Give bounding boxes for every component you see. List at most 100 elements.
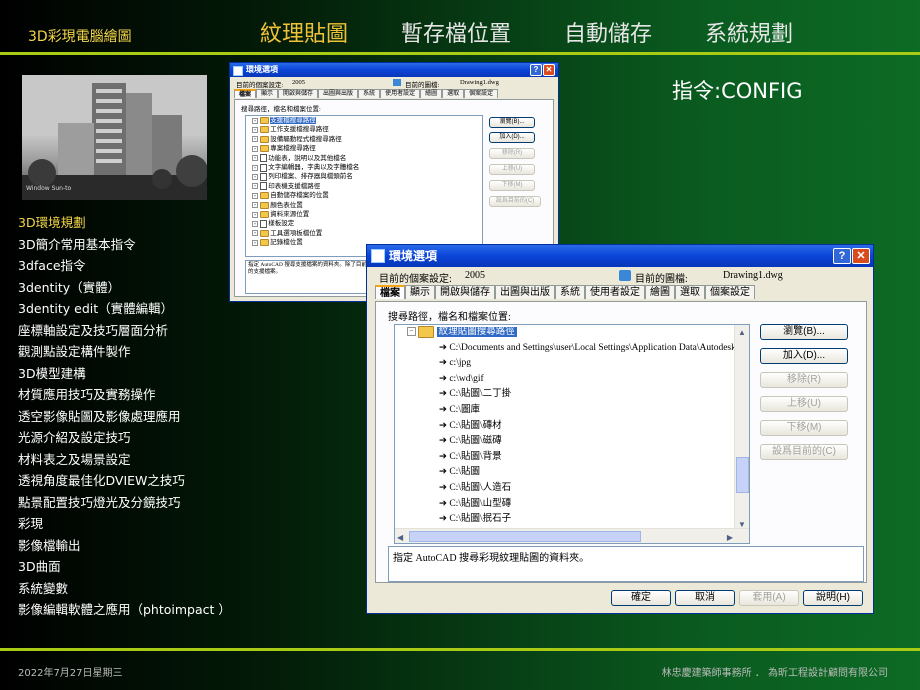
tree-item[interactable]: ➔ C:\貼圖\人造石 bbox=[395, 481, 749, 497]
tree-item[interactable]: ➔ C:\圖庫 bbox=[395, 403, 749, 419]
tree-item[interactable]: + 自動儲存檔案的位置 bbox=[246, 191, 482, 200]
tree-item[interactable]: + 工作支援檔搜尋路徑 bbox=[246, 125, 482, 134]
scroll-right-icon[interactable]: ▶ bbox=[727, 530, 733, 543]
scroll-left-icon[interactable]: ◀ bbox=[397, 530, 403, 543]
menu-item[interactable]: 觀測點設定構件製作 bbox=[18, 341, 231, 363]
browse-button[interactable]: 瀏覽(B)... bbox=[489, 117, 535, 128]
menu-item[interactable]: 3dface指令 bbox=[18, 255, 231, 277]
expand-icon[interactable]: + bbox=[252, 117, 258, 124]
cancel-button[interactable]: 取消 bbox=[675, 590, 735, 606]
menu-item[interactable]: 3D模型建構 bbox=[18, 363, 231, 385]
tree-item[interactable]: + 支援檔搜尋路徑 bbox=[246, 116, 482, 125]
tree-item[interactable]: + 專案檔搜尋路徑 bbox=[246, 144, 482, 153]
expand-icon[interactable]: + bbox=[252, 183, 258, 190]
menu-item[interactable]: 3dentity（實體） bbox=[18, 277, 231, 299]
tab-selection[interactable]: 選取 bbox=[442, 89, 465, 98]
tree-item[interactable]: + 工具選項板檔位置 bbox=[246, 229, 482, 238]
tab-open-save[interactable]: 開啟與儲存 bbox=[435, 285, 495, 299]
tree-item[interactable]: ➔ C:\貼圖\抿石子 bbox=[395, 512, 749, 528]
collapse-icon[interactable]: − bbox=[407, 327, 416, 337]
tree-item[interactable]: + 樣板設定 bbox=[246, 219, 482, 228]
menu-item[interactable]: 光源介紹及設定技巧 bbox=[18, 427, 231, 449]
remove-button[interactable]: 移除(R) bbox=[489, 148, 535, 159]
tree-item[interactable]: + 印表機支援檔路徑 bbox=[246, 182, 482, 191]
vertical-scrollbar[interactable]: ▲ ▼ bbox=[734, 325, 749, 529]
tree-root[interactable]: − 紋理貼圖搜尋路徑 bbox=[395, 325, 749, 341]
menu-item[interactable]: 座標軸設定及技巧層面分析 bbox=[18, 320, 231, 342]
menu-item[interactable]: 影像編輯軟體之應用（phtoimpact ） bbox=[18, 599, 231, 621]
tab-files[interactable]: 檔案 bbox=[234, 89, 257, 98]
tab-plot-publish[interactable]: 出圖與出版 bbox=[495, 285, 555, 299]
nav-autosave[interactable]: 自動儲存 bbox=[564, 16, 652, 48]
tab-system[interactable]: 系統 bbox=[358, 89, 381, 98]
tree-item[interactable]: + 顏色表位置 bbox=[246, 201, 482, 210]
expand-icon[interactable]: + bbox=[252, 136, 258, 143]
help-icon[interactable]: ? bbox=[833, 248, 851, 264]
tree-item[interactable]: + 資料來源位置 bbox=[246, 210, 482, 219]
tree-item[interactable]: ➔ C:\貼圖\磚材 bbox=[395, 419, 749, 435]
tab-files[interactable]: 檔案 bbox=[375, 285, 405, 299]
move-down-button[interactable]: 下移(M) bbox=[489, 180, 535, 191]
set-current-button[interactable]: 設爲目前的(C) bbox=[489, 196, 541, 207]
apply-button[interactable]: 套用(A) bbox=[739, 590, 799, 606]
tab-display[interactable]: 顯示 bbox=[256, 89, 279, 98]
browse-button[interactable]: 瀏覽(B)... bbox=[760, 324, 848, 340]
help-icon[interactable]: ? bbox=[530, 64, 542, 76]
expand-icon[interactable]: + bbox=[252, 230, 258, 237]
tab-user-prefs[interactable]: 使用者設定 bbox=[380, 89, 421, 98]
scroll-up-icon[interactable]: ▲ bbox=[735, 325, 749, 337]
expand-icon[interactable]: + bbox=[252, 192, 258, 199]
tree-item[interactable]: + 文字編輯器，字典以及字體檔名 bbox=[246, 163, 482, 172]
h-scroll-thumb[interactable] bbox=[409, 531, 641, 542]
tab-system[interactable]: 系統 bbox=[555, 285, 585, 299]
tab-drafting[interactable]: 繪圖 bbox=[645, 285, 675, 299]
nav-temp-file-location[interactable]: 暫存檔位置 bbox=[401, 16, 511, 48]
tab-selection[interactable]: 選取 bbox=[675, 285, 705, 299]
tree-item[interactable]: ➔ C:\貼圖\背景 bbox=[395, 450, 749, 466]
tab-plot-publish[interactable]: 出圖與出版 bbox=[318, 89, 359, 98]
expand-icon[interactable]: + bbox=[252, 173, 258, 180]
tab-profiles[interactable]: 個案設定 bbox=[464, 89, 499, 98]
menu-item[interactable]: 影像檔輸出 bbox=[18, 535, 231, 557]
menu-item[interactable]: 3dentity edit（實體編輯） bbox=[18, 298, 231, 320]
tree-item[interactable]: + 功能表，說明以及其他檔名 bbox=[246, 154, 482, 163]
tab-profiles[interactable]: 個案設定 bbox=[705, 285, 755, 299]
scroll-thumb[interactable] bbox=[736, 457, 749, 493]
menu-item[interactable]: 材料表之及場景設定 bbox=[18, 449, 231, 471]
help-button[interactable]: 說明(H) bbox=[803, 590, 863, 606]
tree-item[interactable]: + 列印檔案、排存器與檔頭前名 bbox=[246, 172, 482, 181]
add-button[interactable]: 加入(D)... bbox=[489, 132, 535, 143]
ok-button[interactable]: 確定 bbox=[611, 590, 671, 606]
expand-icon[interactable]: + bbox=[252, 211, 258, 218]
menu-item[interactable]: 透空影像貼圖及影像處理應用 bbox=[18, 406, 231, 428]
tab-display[interactable]: 顯示 bbox=[405, 285, 435, 299]
expand-icon[interactable]: + bbox=[252, 145, 258, 152]
expand-icon[interactable]: + bbox=[252, 239, 258, 246]
menu-item[interactable]: 透視角度最佳化DVIEW之技巧 bbox=[18, 470, 231, 492]
expand-icon[interactable]: + bbox=[252, 155, 258, 162]
move-down-button[interactable]: 下移(M) bbox=[760, 420, 848, 436]
remove-button[interactable]: 移除(R) bbox=[760, 372, 848, 388]
tree-item[interactable]: ➔ c:\wd\gif bbox=[395, 372, 749, 388]
menu-item[interactable]: 材質應用技巧及實務操作 bbox=[18, 384, 231, 406]
nav-texture-map[interactable]: 紋理貼圖 bbox=[260, 16, 348, 48]
tab-drafting[interactable]: 繪圖 bbox=[420, 89, 443, 98]
close-icon[interactable]: ✕ bbox=[543, 64, 555, 76]
tree-item[interactable]: ➔ C:\Documents and Settings\user\Local S… bbox=[395, 341, 749, 357]
move-up-button[interactable]: 上移(U) bbox=[760, 396, 848, 412]
expand-icon[interactable]: + bbox=[252, 220, 258, 227]
tree-item[interactable]: ➔ C:\貼圖\磁磚 bbox=[395, 434, 749, 450]
menu-item[interactable]: 3D簡介常用基本指令 bbox=[18, 234, 231, 256]
horizontal-scrollbar[interactable]: ◀ ▶ bbox=[395, 528, 749, 543]
expand-icon[interactable]: + bbox=[252, 126, 258, 133]
menu-item[interactable]: 3D環境規劃 bbox=[18, 212, 231, 234]
move-up-button[interactable]: 上移(U) bbox=[489, 164, 535, 175]
menu-item[interactable]: 彩現 bbox=[18, 513, 231, 535]
nav-system-plan[interactable]: 系統規劃 bbox=[705, 16, 793, 48]
tree-item[interactable]: ➔ c:\jpg bbox=[395, 356, 749, 372]
set-current-button[interactable]: 設爲目前的(C) bbox=[760, 444, 848, 460]
close-icon[interactable]: ✕ bbox=[852, 248, 870, 264]
tree-item[interactable]: + 設備驅動程式檔搜尋路徑 bbox=[246, 135, 482, 144]
tab-user-prefs[interactable]: 使用者設定 bbox=[585, 285, 645, 299]
menu-item[interactable]: 3D曲面 bbox=[18, 556, 231, 578]
